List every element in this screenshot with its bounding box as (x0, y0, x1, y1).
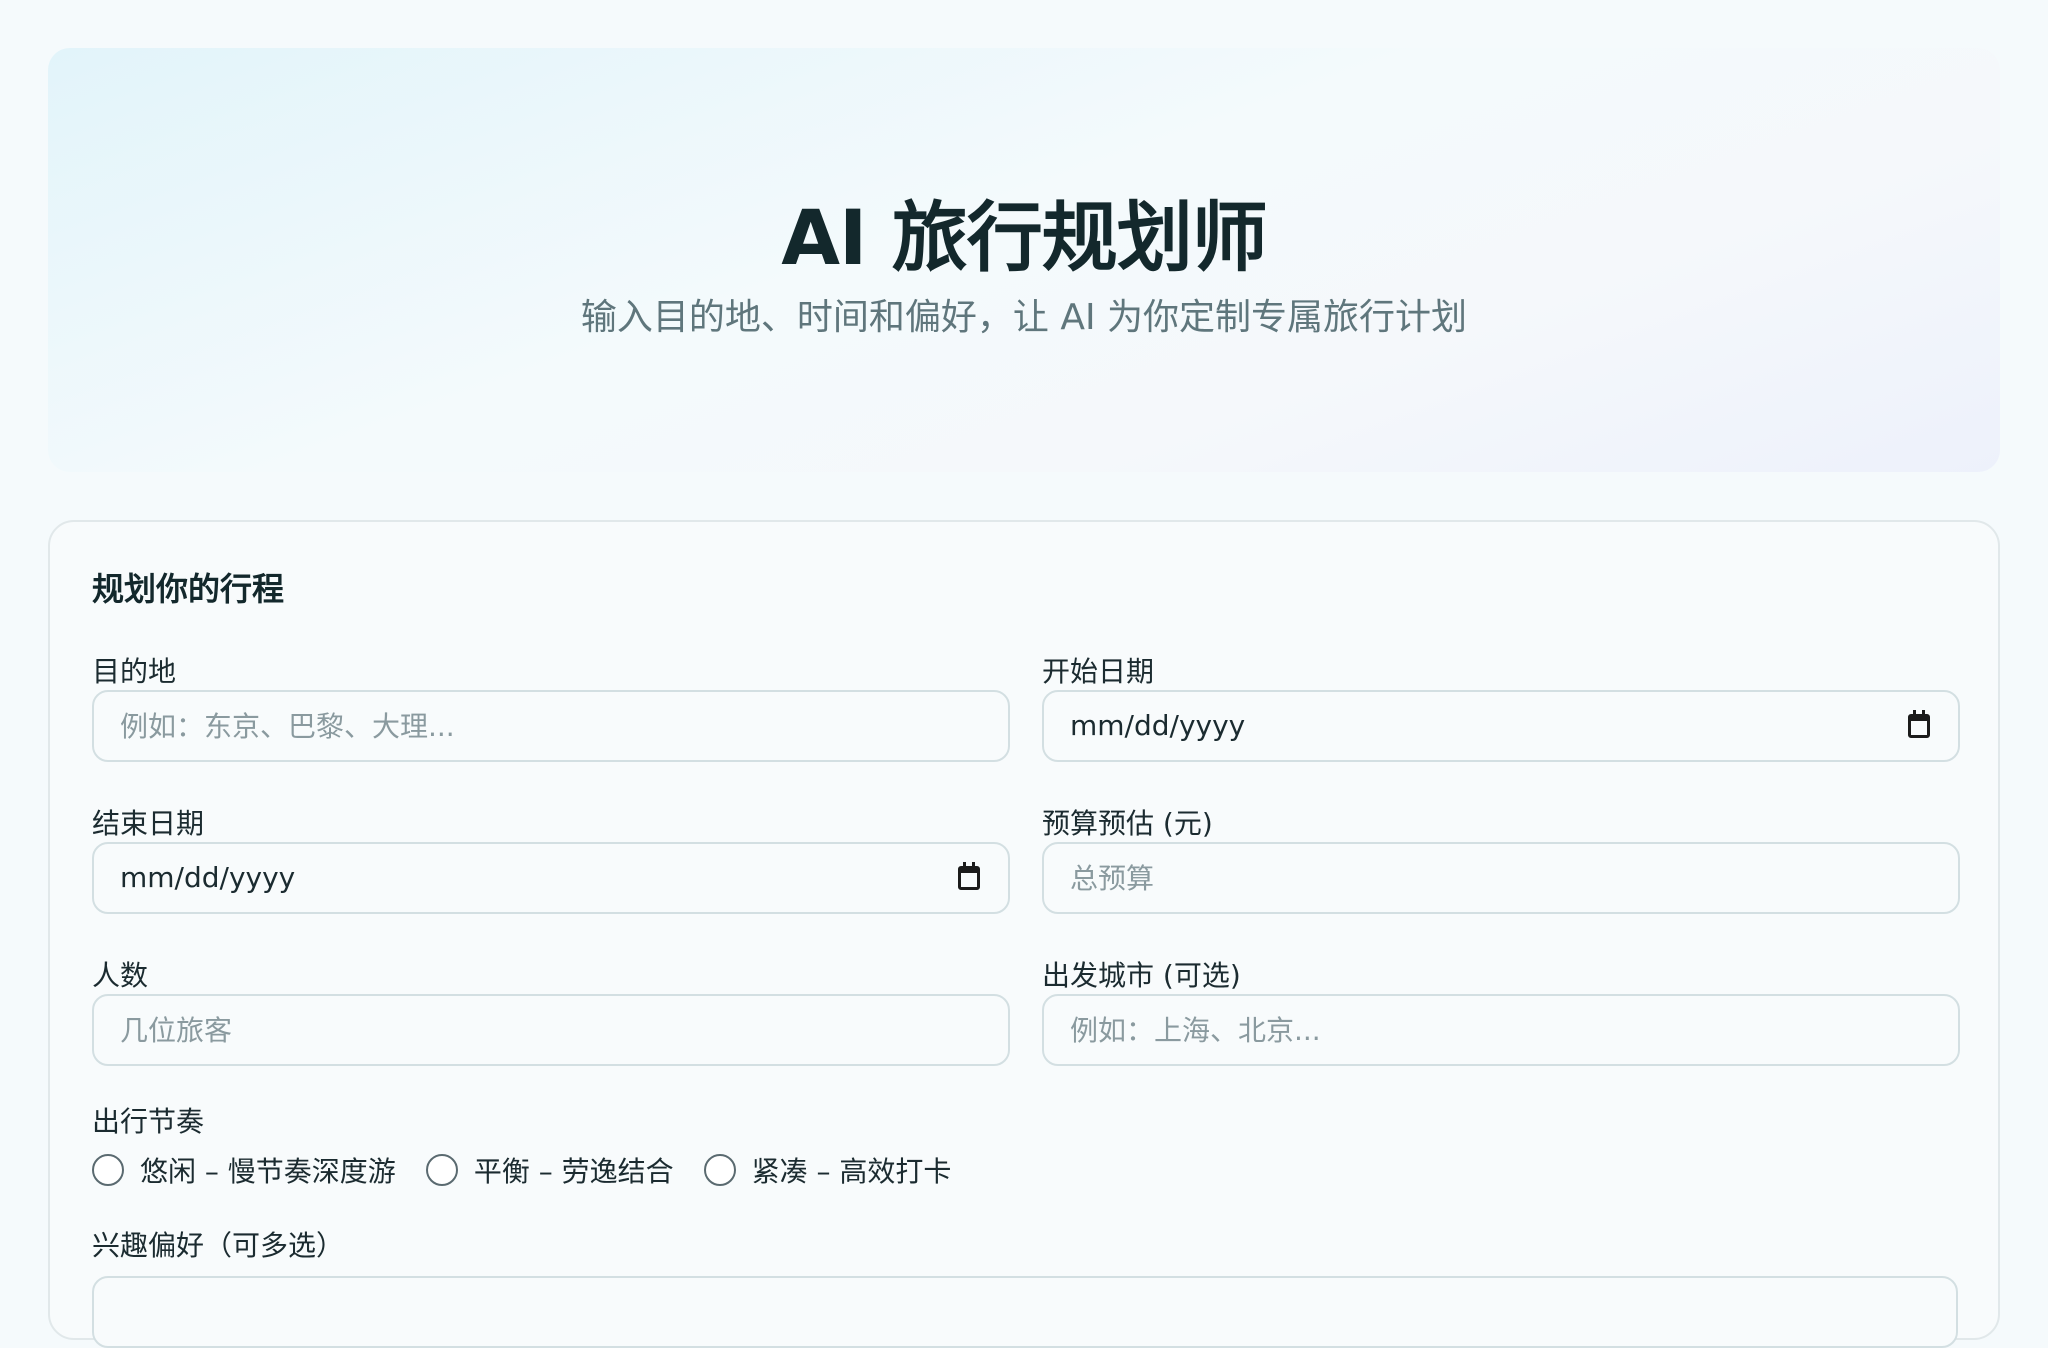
hero-banner: AI 旅行规划师 输入目的地、时间和偏好，让 AI 为你定制专属旅行计划 (48, 48, 2000, 472)
pace-radio-group: 悠闲 – 慢节奏深度游 平衡 – 劳逸结合 紧凑 – 高效打卡 (92, 1150, 951, 1190)
form-title: 规划你的行程 (92, 570, 285, 608)
end-date-input[interactable]: mm/dd/yyyy (92, 842, 1010, 914)
departure-city-label: 出发城市 (可选) (1042, 959, 1241, 992)
start-date-value: mm/dd/yyyy (1070, 709, 1246, 742)
radio-button[interactable] (703, 1154, 736, 1186)
pace-option-compact[interactable]: 紧凑 – 高效打卡 (703, 1150, 952, 1190)
pace-option-balanced[interactable]: 平衡 – 劳逸结合 (425, 1150, 674, 1190)
radio-label: 悠闲 – 慢节奏深度游 (140, 1155, 396, 1188)
destination-label: 目的地 (92, 655, 177, 688)
interests-label: 兴趣偏好（可多选） (92, 1229, 345, 1262)
trip-planner-form: 规划你的行程 目的地 开始日期 mm/dd/yyyy 结束日期 mm/dd/yy… (48, 520, 2000, 1348)
people-input[interactable] (92, 994, 1010, 1066)
people-label: 人数 (92, 959, 149, 992)
start-date-label: 开始日期 (1042, 655, 1155, 688)
page-subtitle: 输入目的地、时间和偏好，让 AI 为你定制专属旅行计划 (580, 297, 1468, 338)
radio-label: 平衡 – 劳逸结合 (473, 1155, 674, 1188)
start-date-input[interactable]: mm/dd/yyyy (1042, 690, 1960, 762)
end-date-value: mm/dd/yyyy (120, 861, 296, 894)
radio-button[interactable] (425, 1154, 458, 1186)
destination-input[interactable] (92, 690, 1010, 762)
budget-label: 预算预估 (元) (1042, 807, 1213, 840)
radio-label: 紧凑 – 高效打卡 (751, 1155, 952, 1188)
interests-selector[interactable] (92, 1276, 1958, 1348)
pace-option-relaxed[interactable]: 悠闲 – 慢节奏深度游 (92, 1150, 396, 1190)
calendar-icon[interactable] (958, 862, 980, 890)
calendar-icon[interactable] (1908, 710, 1930, 738)
radio-button[interactable] (92, 1154, 124, 1186)
pace-label: 出行节奏 (92, 1105, 205, 1138)
end-date-label: 结束日期 (92, 807, 205, 840)
budget-input[interactable] (1042, 842, 1960, 914)
departure-city-input[interactable] (1042, 994, 1960, 1066)
page-title: AI 旅行规划师 (781, 193, 1268, 282)
